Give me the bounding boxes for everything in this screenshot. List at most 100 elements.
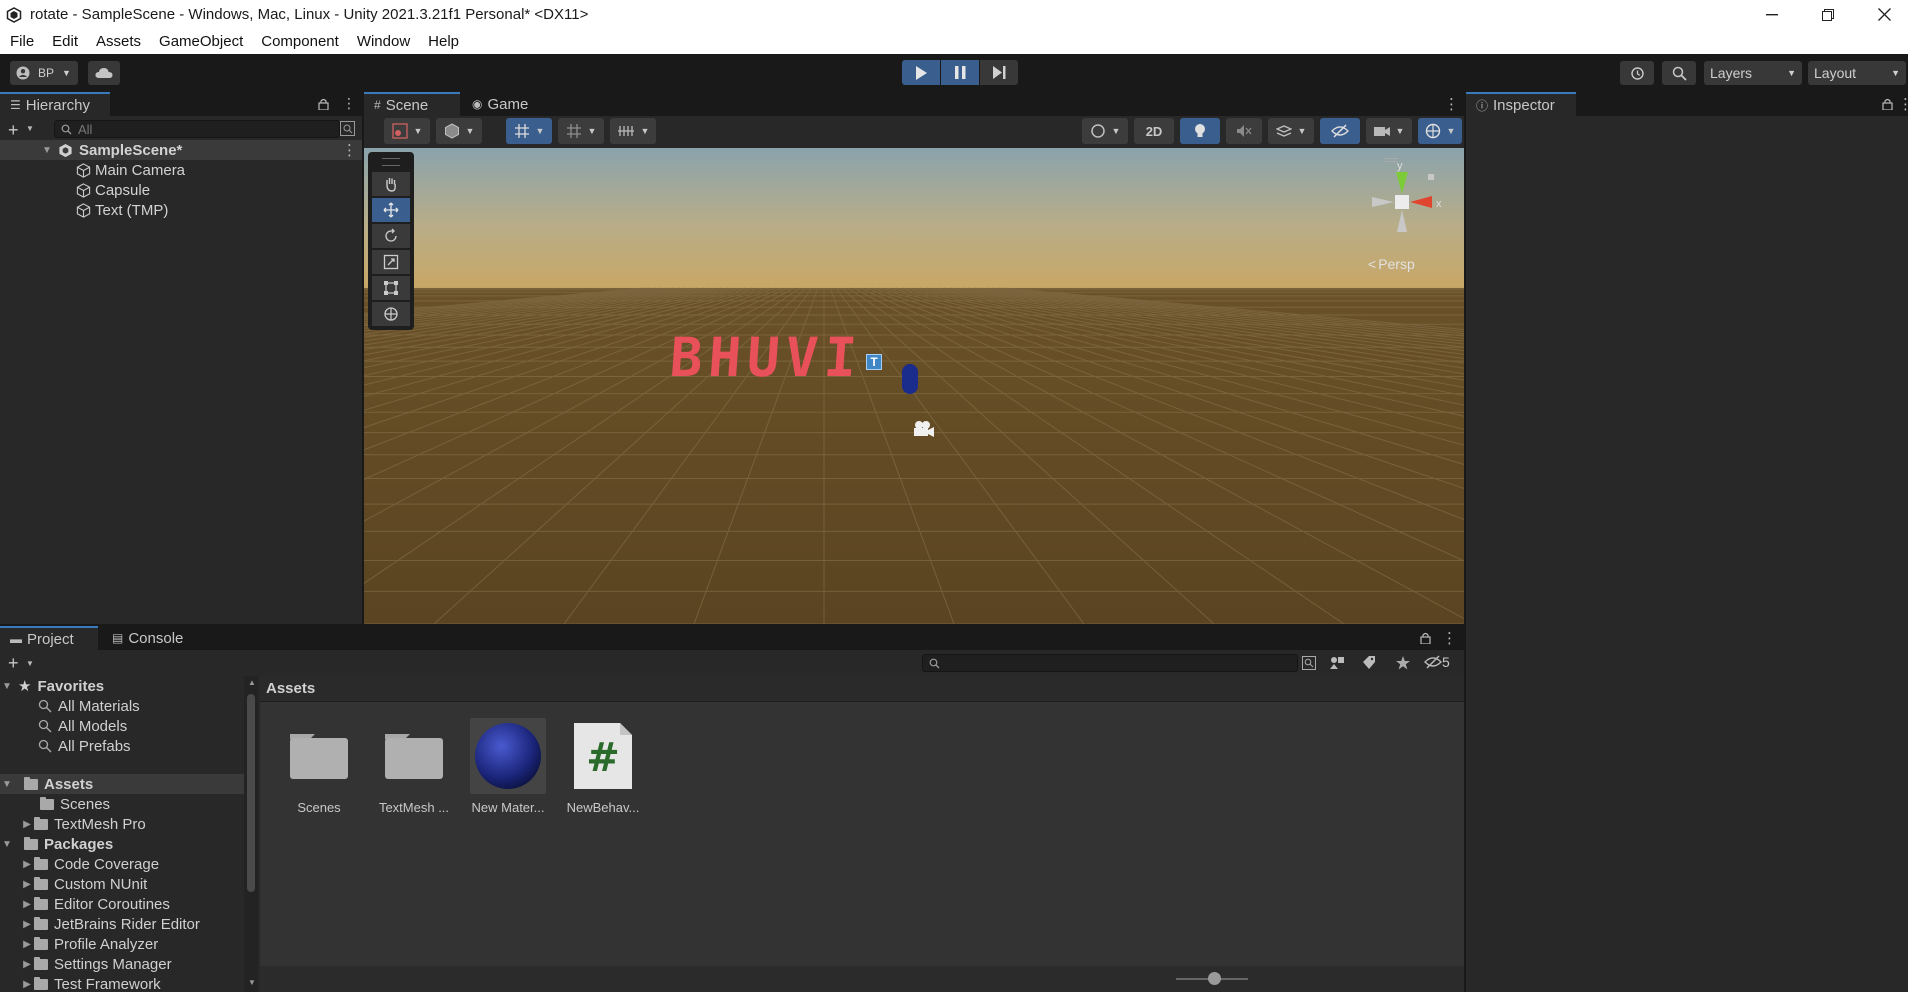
chevron-down-icon[interactable]: ▼ <box>26 659 34 668</box>
tab-console[interactable]: ▤ Console <box>102 626 193 650</box>
package-item[interactable]: ▶ JetBrains Rider Editor <box>20 914 200 934</box>
favorites-item[interactable]: All Models <box>38 716 127 736</box>
expand-arrow-icon[interactable]: ▶ <box>20 959 34 970</box>
menu-gameobject[interactable]: GameObject <box>159 33 243 50</box>
assets-folder-row[interactable]: ▼ Assets <box>0 774 244 794</box>
hierarchy-item[interactable]: Text (TMP) <box>0 200 168 220</box>
folder-tree-scrollbar[interactable]: ▲ ▼ <box>244 676 258 992</box>
camera-gizmo-icon[interactable] <box>911 420 935 438</box>
menu-assets[interactable]: Assets <box>96 33 141 50</box>
lock-icon[interactable] <box>1420 632 1431 644</box>
world-text-bhuvi[interactable]: BHUVI <box>668 326 865 389</box>
packages-folder-row[interactable]: ▼ Packages <box>0 834 113 854</box>
favorites-item[interactable]: All Prefabs <box>38 736 131 756</box>
asset-item[interactable]: TextMesh ... <box>374 718 454 815</box>
lock-icon[interactable] <box>1882 98 1893 110</box>
scene-viewport[interactable]: BHUVI T y x < Persp <box>364 148 1464 624</box>
play-button[interactable] <box>902 60 940 85</box>
menu-file[interactable]: File <box>10 33 34 50</box>
favorites-header[interactable]: ▼ ★ Favorites <box>0 676 104 696</box>
search-in-scene-icon[interactable] <box>1302 656 1316 670</box>
breadcrumb-assets[interactable]: Assets <box>266 680 315 697</box>
projection-toggle[interactable]: < Persp <box>1368 256 1415 272</box>
pause-button[interactable] <box>941 60 979 85</box>
transform-tool-button[interactable] <box>372 302 410 326</box>
hand-tool-button[interactable] <box>372 172 410 196</box>
gizmos-dropdown[interactable]: ▼ <box>1418 118 1462 144</box>
kebab-menu-icon[interactable]: ⋮ <box>1442 629 1457 647</box>
star-icon[interactable] <box>1396 656 1410 670</box>
hierarchy-scene-row[interactable]: ▼ SampleScene* ⋮ <box>0 140 362 160</box>
package-item[interactable]: ▶ Test Framework <box>20 974 161 992</box>
folder-tree-item[interactable]: Scenes <box>26 794 110 814</box>
tab-hierarchy[interactable]: ☰ Hierarchy <box>0 92 110 116</box>
restore-button[interactable] <box>1800 0 1856 29</box>
minimize-button[interactable] <box>1744 0 1800 29</box>
kebab-menu-icon[interactable]: ⋮ <box>342 141 357 159</box>
package-item[interactable]: ▶ Settings Manager <box>20 954 171 974</box>
favorites-item[interactable]: All Materials <box>38 696 140 716</box>
create-button[interactable]: + <box>8 653 19 674</box>
package-item[interactable]: ▶ Profile Analyzer <box>20 934 158 954</box>
hidden-packages-toggle[interactable]: 5 <box>1424 654 1450 670</box>
expand-arrow-icon[interactable]: ▼ <box>0 681 14 692</box>
expand-arrow-icon[interactable]: ▶ <box>20 939 34 950</box>
step-button[interactable] <box>980 60 1018 85</box>
folder-tree-item[interactable]: ▶ TextMesh Pro <box>20 814 146 834</box>
filter-by-label-icon[interactable] <box>1362 656 1376 670</box>
layout-dropdown[interactable]: Layout ▼ <box>1808 61 1906 85</box>
rotate-tool-button[interactable] <box>372 224 410 248</box>
asset-item[interactable]: Scenes <box>279 718 359 815</box>
grid-visibility-dropdown[interactable]: ▼ <box>558 118 604 144</box>
history-button[interactable] <box>1620 61 1654 85</box>
expand-arrow-icon[interactable]: ▼ <box>0 779 14 790</box>
lock-icon[interactable] <box>318 98 329 110</box>
hierarchy-item[interactable]: Capsule <box>0 180 150 200</box>
expand-arrow-icon[interactable]: ▶ <box>20 899 34 910</box>
expand-arrow-icon[interactable]: ▼ <box>0 839 14 850</box>
menu-component[interactable]: Component <box>261 33 339 50</box>
kebab-menu-icon[interactable]: ⋮ <box>342 95 356 112</box>
capsule-object[interactable] <box>902 364 918 394</box>
text-gizmo-icon[interactable]: T <box>866 354 882 370</box>
close-window-button[interactable] <box>1856 0 1908 29</box>
camera-settings-dropdown[interactable]: ▼ <box>1366 118 1412 144</box>
filter-by-type-icon[interactable] <box>1330 656 1346 670</box>
expand-arrow-icon[interactable]: ▶ <box>20 859 34 870</box>
shading-dropdown[interactable]: ▼ <box>436 118 482 144</box>
scene-filter-icon[interactable] <box>340 121 355 136</box>
drag-handle-icon[interactable] <box>382 158 400 166</box>
scrollbar-thumb[interactable] <box>247 694 255 892</box>
search-button[interactable] <box>1662 61 1696 85</box>
tab-project[interactable]: ▬ Project <box>0 626 98 650</box>
package-item[interactable]: ▶ Code Coverage <box>20 854 159 874</box>
orientation-gizmo[interactable]: y x < Persp <box>1354 154 1454 274</box>
draw-mode-dropdown[interactable]: ▼ <box>384 118 430 144</box>
cloud-button[interactable] <box>88 61 120 85</box>
audio-toggle[interactable] <box>1226 118 1262 144</box>
hierarchy-item[interactable]: Main Camera <box>0 160 185 180</box>
scroll-up-icon[interactable]: ▲ <box>248 678 256 687</box>
hierarchy-search-input[interactable]: All <box>54 120 340 138</box>
scale-tool-button[interactable] <box>372 250 410 274</box>
menu-window[interactable]: Window <box>357 33 410 50</box>
expand-arrow-icon[interactable]: ▼ <box>40 145 54 156</box>
expand-arrow-icon[interactable]: ▶ <box>20 979 34 990</box>
scene-visibility-toggle[interactable] <box>1320 118 1360 144</box>
grid-snapping-toggle[interactable]: ▼ <box>506 118 552 144</box>
asset-item[interactable]: New Mater... <box>468 718 548 815</box>
zoom-slider-handle[interactable] <box>1208 972 1221 985</box>
toggle-2d-button[interactable]: 2D <box>1134 118 1174 144</box>
kebab-menu-icon[interactable]: ⋮ <box>1898 95 1908 113</box>
tab-game[interactable]: ◉ Game <box>462 92 538 116</box>
menu-help[interactable]: Help <box>428 33 459 50</box>
tab-scene[interactable]: # Scene <box>364 92 460 116</box>
effects-dropdown[interactable]: ▼ <box>1268 118 1314 144</box>
tab-inspector[interactable]: ⓘ Inspector <box>1466 92 1576 116</box>
rect-tool-button[interactable] <box>372 276 410 300</box>
expand-arrow-icon[interactable]: ▶ <box>20 819 34 830</box>
chevron-down-icon[interactable]: ▼ <box>26 124 34 133</box>
lighting-toggle[interactable] <box>1180 118 1220 144</box>
render-mode-dropdown[interactable]: ▼ <box>1082 118 1128 144</box>
project-search-input[interactable] <box>922 654 1298 672</box>
